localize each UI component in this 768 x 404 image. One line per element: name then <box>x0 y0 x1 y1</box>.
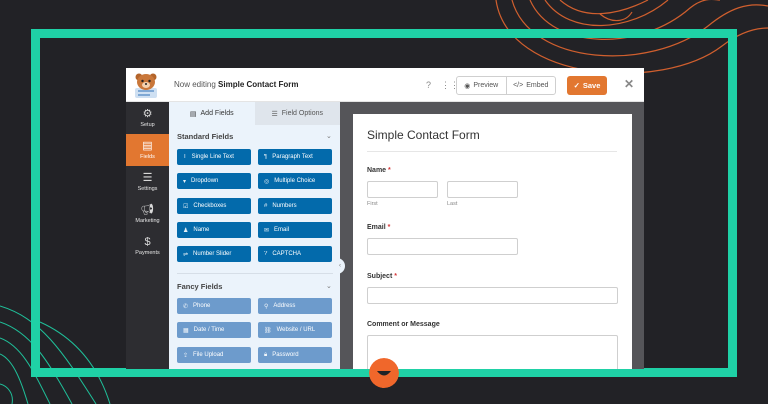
title-divider <box>367 151 617 152</box>
radio-icon: ◎ <box>264 178 270 185</box>
megaphone-icon: 📢︎ <box>140 204 155 216</box>
form-preview-area: Simple Contact Form Name * First Last Em… <box>340 102 644 369</box>
hash-icon: # <box>264 203 268 209</box>
field-button-checkboxes[interactable]: ☑ Checkboxes <box>177 198 251 214</box>
check-icon: ✓ <box>573 81 580 90</box>
list-icon: ▤ <box>189 110 197 118</box>
options-icon: ☰ <box>271 110 278 118</box>
gear-icon: ⚙ <box>142 108 153 120</box>
question-icon: ? <box>264 251 268 257</box>
field-button-numbers[interactable]: # Numbers <box>258 198 332 214</box>
bear-logo-icon <box>135 73 157 98</box>
slider-icon: ⇌ <box>183 251 189 258</box>
fancy-fields-title[interactable]: Fancy Fields <box>177 282 222 291</box>
first-name-input[interactable] <box>367 181 438 198</box>
tab-add-fields[interactable]: ▤ Add Fields <box>169 102 255 125</box>
last-sublabel: Last <box>447 201 458 207</box>
paragraph-icon: ¶ <box>264 154 268 160</box>
sidebar-item-settings[interactable]: ☰ Settings <box>126 166 169 198</box>
eye-icon: ◉ <box>464 82 471 90</box>
sliders-icon: ☰ <box>142 172 153 184</box>
subject-field-label[interactable]: Subject * <box>367 273 397 280</box>
field-button-dropdown[interactable]: ▾ Dropdown <box>177 173 251 189</box>
envelope-icon: ✉ <box>264 227 270 234</box>
tab-field-options[interactable]: ☰ Field Options <box>254 102 340 125</box>
preview-button[interactable]: ◉ Preview <box>457 77 506 94</box>
field-button-name[interactable]: ♟ Name <box>177 222 251 238</box>
checkbox-icon: ☑ <box>183 203 189 210</box>
text-icon: T <box>183 154 187 160</box>
field-button-phone[interactable]: ✆ Phone <box>177 298 251 314</box>
fields-icon: ▤ <box>142 140 153 152</box>
upload-icon: ⇪ <box>183 352 189 359</box>
form-name: Simple Contact Form <box>218 80 299 89</box>
phone-icon: ✆ <box>183 303 189 310</box>
lock-icon: 🔒︎ <box>264 351 268 358</box>
field-button-address[interactable]: ⚲ Address <box>258 298 332 314</box>
top-bar: Now editing Simple Contact Form ? ⋮⋮ ◉ P… <box>126 68 644 102</box>
field-button-file-upload[interactable]: ⇪ File Upload <box>177 347 251 363</box>
close-icon[interactable]: ✕ <box>624 78 634 90</box>
help-icon[interactable]: ? <box>426 80 431 90</box>
message-textarea[interactable] <box>367 335 618 369</box>
chevron-down-icon[interactable]: ⌄ <box>326 132 332 140</box>
link-icon: ⛓ <box>264 327 272 334</box>
field-button-email[interactable]: ✉ Email <box>258 222 332 238</box>
field-button-multiple-choice[interactable]: ◎ Multiple Choice <box>258 173 332 189</box>
sidebar-item-marketing[interactable]: 📢︎ Marketing <box>126 198 169 230</box>
calendar-icon: ▦ <box>183 327 189 334</box>
form-builder-window: Now editing Simple Contact Form ? ⋮⋮ ◉ P… <box>126 68 644 369</box>
chevron-down-icon[interactable]: ⌄ <box>326 282 332 290</box>
embed-button[interactable]: </> Embed <box>505 77 556 94</box>
dollar-icon: $ <box>144 236 151 248</box>
dropdown-icon: ▾ <box>183 178 187 185</box>
panel-tabs: ▤ Add Fields ☰ Field Options <box>169 102 340 125</box>
editing-title: Now editing Simple Contact Form <box>174 80 299 89</box>
left-sidebar: ⚙ Setup ▤ Fields ☰ Settings 📢︎ Marketing… <box>126 102 169 369</box>
user-icon: ♟ <box>183 227 189 234</box>
form-preview-sheet: Simple Contact Form Name * First Last Em… <box>353 114 632 369</box>
sidebar-item-fields[interactable]: ▤ Fields <box>126 134 169 166</box>
field-button-website-url[interactable]: ⛓ Website / URL <box>258 322 332 338</box>
sidebar-item-setup[interactable]: ⚙ Setup <box>126 102 169 134</box>
sidebar-item-payments[interactable]: $ Payments <box>126 230 169 262</box>
name-field-label[interactable]: Name * <box>367 167 391 174</box>
code-icon: </> <box>513 82 524 89</box>
email-input[interactable] <box>367 238 518 255</box>
chevron-left-icon: ‹ <box>339 263 341 269</box>
save-button[interactable]: ✓ Save <box>567 76 607 95</box>
first-sublabel: First <box>367 201 378 207</box>
field-button-captcha[interactable]: ? CAPTCHA <box>258 246 332 262</box>
field-button-paragraph-text[interactable]: ¶ Paragraph Text <box>258 149 332 165</box>
pin-icon: ⚲ <box>264 303 269 310</box>
subject-input[interactable] <box>367 287 618 304</box>
field-button-date-time[interactable]: ▦ Date / Time <box>177 322 251 338</box>
field-button-password[interactable]: 🔒︎ Password <box>258 347 332 363</box>
smile-logo-icon <box>369 358 399 388</box>
section-divider <box>177 273 333 274</box>
email-field-label[interactable]: Email * <box>367 224 390 231</box>
last-name-input[interactable] <box>447 181 518 198</box>
preview-embed-group: ◉ Preview </> Embed <box>456 76 556 95</box>
form-title: Simple Contact Form <box>367 128 480 142</box>
standard-fields-title[interactable]: Standard Fields <box>177 132 233 141</box>
field-button-number-slider[interactable]: ⇌ Number Slider <box>177 246 251 262</box>
message-field-label[interactable]: Comment or Message <box>367 321 440 328</box>
fields-panel: ▤ Add Fields ☰ Field Options Standard Fi… <box>169 102 340 369</box>
field-button-single-line-text[interactable]: T Single Line Text <box>177 149 251 165</box>
